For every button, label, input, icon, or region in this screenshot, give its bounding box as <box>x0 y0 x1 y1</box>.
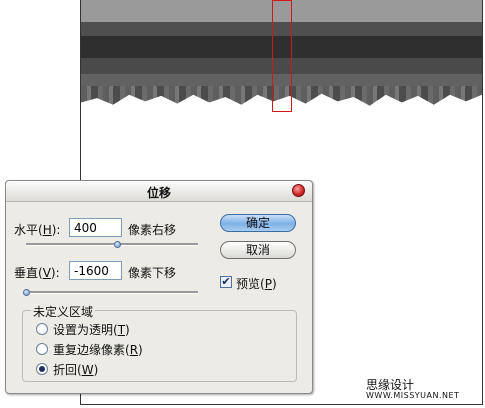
group-title: 未定义区域 <box>31 303 96 320</box>
radio-wrap-around[interactable] <box>36 363 48 375</box>
horizontal-unit: 像素右移 <box>128 223 177 237</box>
vertical-label: 垂直(V): <box>14 266 60 280</box>
ok-button[interactable]: 确定 <box>220 214 296 232</box>
offset-dialog: 位移 水平(H): 像素右移 垂直(V): 像素下移 确定 取消 ✔ 预览(P)… <box>5 180 313 394</box>
watermark-url: WWW.MISSYUAN.NET <box>366 391 460 400</box>
cancel-button[interactable]: 取消 <box>220 241 296 259</box>
radio-transparent[interactable] <box>36 323 48 335</box>
preview-checkbox[interactable]: ✔ <box>220 276 232 288</box>
horizontal-slider-thumb[interactable] <box>114 241 122 248</box>
preview-label: 预览(P) <box>236 277 277 291</box>
selection-rectangle[interactable] <box>272 0 292 112</box>
option-transparent-label: 设置为透明(T) <box>53 323 130 337</box>
vertical-slider-thumb[interactable] <box>23 289 30 296</box>
vertical-slider-track[interactable] <box>26 291 198 294</box>
option-repeat-edge-label: 重复边缘像素(R) <box>53 343 143 357</box>
checkmark-icon: ✔ <box>221 275 231 288</box>
vertical-input[interactable] <box>69 261 122 280</box>
dialog-titlebar[interactable]: 位移 <box>6 181 312 202</box>
vertical-unit: 像素下移 <box>128 266 177 280</box>
horizontal-input[interactable] <box>69 218 122 237</box>
horizontal-label: 水平(H): <box>14 223 61 237</box>
dialog-title: 位移 <box>146 186 171 200</box>
close-icon[interactable] <box>292 184 305 197</box>
radio-repeat-edge[interactable] <box>36 343 48 355</box>
option-wrap-around-label: 折回(W) <box>53 363 99 377</box>
horizontal-slider-track[interactable] <box>26 243 198 246</box>
undefined-area-group: 未定义区域 设置为透明(T) 重复边缘像素(R) 折回(W) <box>22 303 297 382</box>
